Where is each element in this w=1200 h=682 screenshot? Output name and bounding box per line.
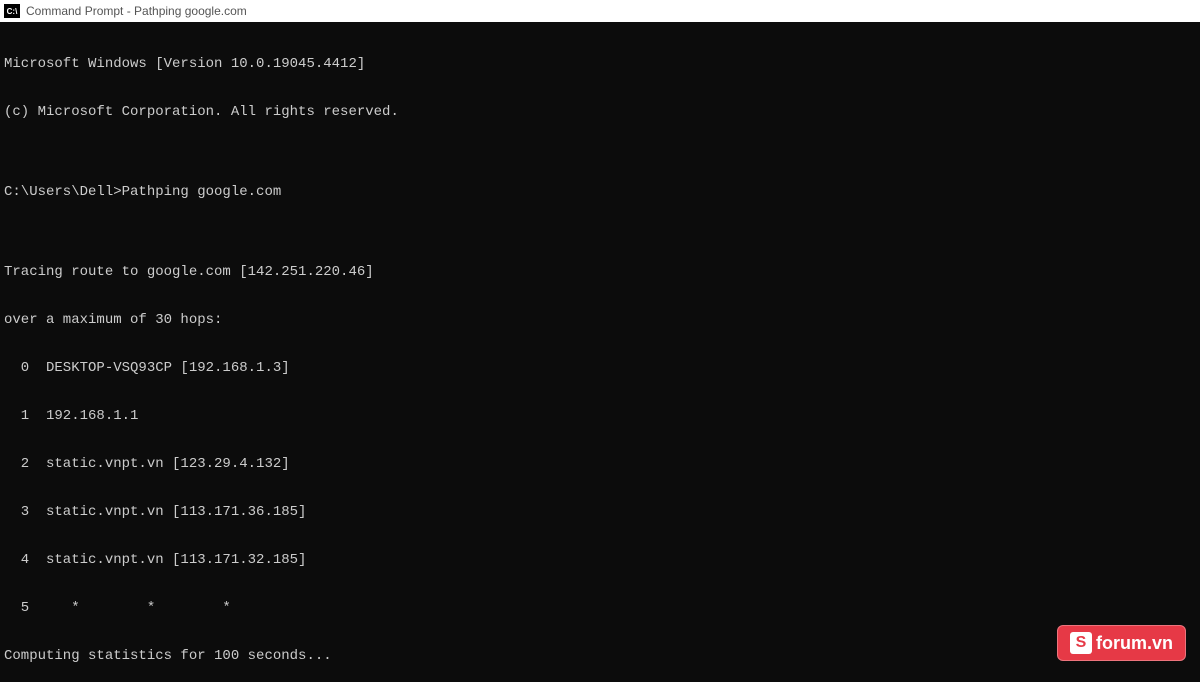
watermark-badge: S forum.vn — [1057, 625, 1186, 661]
terminal-line: 4 static.vnpt.vn [113.171.32.185] — [4, 552, 1196, 568]
terminal-line: 2 static.vnpt.vn [123.29.4.132] — [4, 456, 1196, 472]
terminal-output[interactable]: Microsoft Windows [Version 10.0.19045.44… — [0, 22, 1200, 682]
terminal-line: 5 * * * — [4, 600, 1196, 616]
terminal-line: Tracing route to google.com [142.251.220… — [4, 264, 1196, 280]
terminal-line: 1 192.168.1.1 — [4, 408, 1196, 424]
watermark-text: forum.vn — [1096, 633, 1173, 654]
watermark-icon: S — [1070, 632, 1092, 654]
terminal-line: over a maximum of 30 hops: — [4, 312, 1196, 328]
terminal-line: Computing statistics for 100 seconds... — [4, 648, 1196, 664]
window-titlebar[interactable]: C:\ Command Prompt - Pathping google.com — [0, 0, 1200, 22]
window-title: Command Prompt - Pathping google.com — [26, 4, 247, 18]
terminal-line: 3 static.vnpt.vn [113.171.36.185] — [4, 504, 1196, 520]
terminal-line: Microsoft Windows [Version 10.0.19045.44… — [4, 56, 1196, 72]
terminal-line: C:\Users\Dell>Pathping google.com — [4, 184, 1196, 200]
cmd-icon: C:\ — [4, 4, 20, 18]
terminal-line: 0 DESKTOP-VSQ93CP [192.168.1.3] — [4, 360, 1196, 376]
terminal-line: (c) Microsoft Corporation. All rights re… — [4, 104, 1196, 120]
